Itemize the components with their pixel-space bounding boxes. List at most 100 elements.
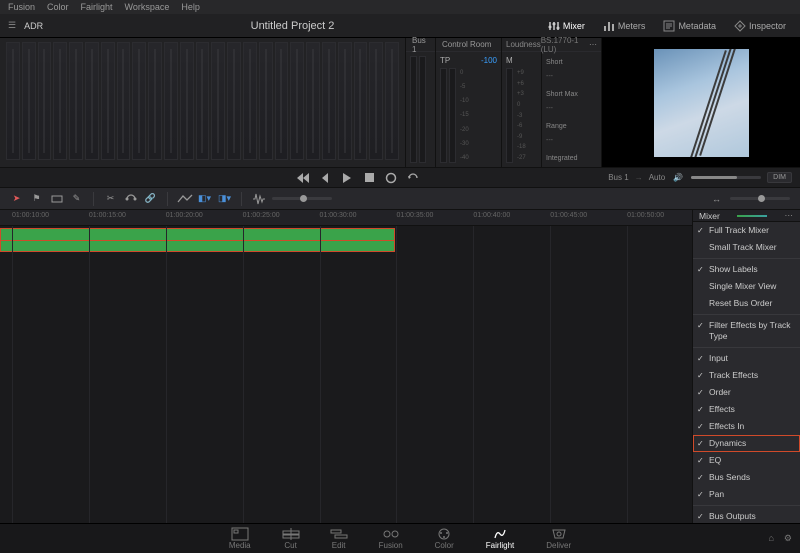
cut-icon [283,528,299,540]
channel-meter [196,42,210,160]
mixer-option-pan[interactable]: Pan [693,486,800,503]
channel-meter [148,42,162,160]
inspector-tab-icon [734,20,746,32]
menu-fusion[interactable]: Fusion [8,2,35,12]
channel-meter [22,42,36,160]
mixer-option-input[interactable]: Input [693,350,800,367]
mixer-option-full-track-mixer[interactable]: Full Track Mixer [693,222,800,239]
pencil-tool[interactable]: ✎ [70,192,83,205]
vertical-zoom-slider[interactable] [272,197,332,200]
flag-out-tool[interactable]: ◨▾ [218,192,231,205]
channel-meter [322,42,336,160]
meters-tab[interactable]: Meters [597,18,652,34]
page-media[interactable]: Media [229,528,251,550]
mixer-panel: Mixer ⋯ Full Track MixerSmall Track Mixe… [692,210,800,523]
monitor-bus[interactable]: Bus 1 [608,173,628,182]
mixer-option-filter-effects-by-track-type[interactable]: Filter Effects by Track Type [693,317,800,345]
mixer-option-eq[interactable]: EQ [693,452,800,469]
metadata-tab-icon [663,20,675,32]
mixer-option-dynamics[interactable]: Dynamics [693,435,800,452]
horizontal-zoom-slider[interactable] [730,197,790,200]
snap-tool[interactable] [124,192,137,205]
channel-meter [338,42,352,160]
mixer-option-single-mixer-view[interactable]: Single Mixer View [693,278,800,295]
mixer-option-small-track-mixer[interactable]: Small Track Mixer [693,239,800,256]
mixer-option-order[interactable]: Order [693,384,800,401]
menu-color[interactable]: Color [47,2,69,12]
channel-meter [69,42,83,160]
channel-meter [180,42,194,160]
record-button[interactable] [384,171,398,185]
horiz-zoom-icon: ↔ [710,192,723,205]
automation-tool[interactable] [178,192,191,205]
channel-meter [259,42,273,160]
project-settings-button[interactable]: ⚙ [784,533,792,544]
page-deliver[interactable]: Deliver [546,528,571,550]
media-icon [232,528,248,540]
titlebar: ☰ ADR Untitled Project 2 MixerMetersMeta… [0,14,800,38]
mixer-option-bus-sends[interactable]: Bus Sends [693,469,800,486]
color-icon [436,528,452,540]
inspector-tab[interactable]: Inspector [728,18,792,34]
timeline-ruler[interactable]: 01:00:10:0001:00:15:0001:00:20:0001:00:2… [0,210,692,226]
channel-meter [101,42,115,160]
audio-clip[interactable] [0,228,395,252]
cut-tool[interactable]: ✂ [104,192,117,205]
adr-button[interactable]: ADR [24,21,43,31]
rewind-button[interactable] [296,171,310,185]
menu-help[interactable]: Help [181,2,200,12]
marker-tool[interactable]: ⚑ [30,192,43,205]
loop-button[interactable] [406,171,420,185]
mixer-option-track-effects[interactable]: Track Effects [693,367,800,384]
page-fairlight[interactable]: Fairlight [486,528,514,550]
channel-meter [290,42,304,160]
channel-meter [306,42,320,160]
page-tab-bar: MediaCutEditFusionColorFairlightDeliver … [0,523,800,553]
speaker-icon[interactable]: 🔊 [671,171,685,185]
loudness-label: Loudness [506,40,541,49]
mixer-option-show-labels[interactable]: Show Labels [693,261,800,278]
link-tool[interactable]: 🔗 [144,192,157,205]
stop-button[interactable] [362,171,376,185]
channel-meter [243,42,257,160]
play-button[interactable] [340,171,354,185]
timeline-tracks[interactable] [0,226,692,523]
deliver-icon [551,528,567,540]
page-cut[interactable]: Cut [283,528,299,550]
page-fusion[interactable]: Fusion [379,528,403,550]
mixer-tab-icon [548,20,560,32]
page-color[interactable]: Color [435,528,454,550]
pointer-tool[interactable]: ➤ [10,192,23,205]
mixer-option-reset-bus-order[interactable]: Reset Bus Order [693,295,800,312]
range-tool[interactable] [50,192,63,205]
flag-in-tool[interactable]: ◧▾ [198,192,211,205]
metadata-tab[interactable]: Metadata [657,18,722,34]
loudness-menu-icon[interactable]: ⋯ [589,40,597,49]
monitor-auto[interactable]: Auto [649,173,665,182]
edit-toolbar: ➤ ⚑ ✎ ✂ 🔗 ◧▾ ◨▾ ↔ [0,188,800,210]
tp-value: -100 [481,56,497,65]
home-button[interactable]: ⌂ [768,533,773,544]
mixer-tab[interactable]: Mixer [542,18,591,34]
channel-meter [369,42,383,160]
app-menubar: Fusion Color Fairlight Workspace Help [0,0,800,14]
page-edit[interactable]: Edit [331,528,347,550]
loudness-standard[interactable]: BS.1770-1 (LU) [541,36,589,54]
mixer-options-button[interactable]: ⋯ [785,210,795,221]
menu-fairlight[interactable]: Fairlight [81,2,113,12]
m-label: M [506,56,513,65]
menu-toggle-icon[interactable]: ☰ [8,20,16,31]
track-meters-panel [0,38,405,167]
mixer-option-bus-outputs[interactable]: Bus Outputs [693,508,800,523]
menu-workspace[interactable]: Workspace [125,2,170,12]
transient-tool[interactable] [252,192,265,205]
monitor-volume-slider[interactable] [691,176,761,179]
mixer-option-effects[interactable]: Effects [693,401,800,418]
mixer-option-effects-in[interactable]: Effects In [693,418,800,435]
channel-meter [53,42,67,160]
dim-button[interactable]: DIM [767,172,792,183]
timeline[interactable]: 01:00:10:0001:00:15:0001:00:20:0001:00:2… [0,210,692,523]
channel-meter [211,42,225,160]
channel-meter [85,42,99,160]
prev-button[interactable] [318,171,332,185]
